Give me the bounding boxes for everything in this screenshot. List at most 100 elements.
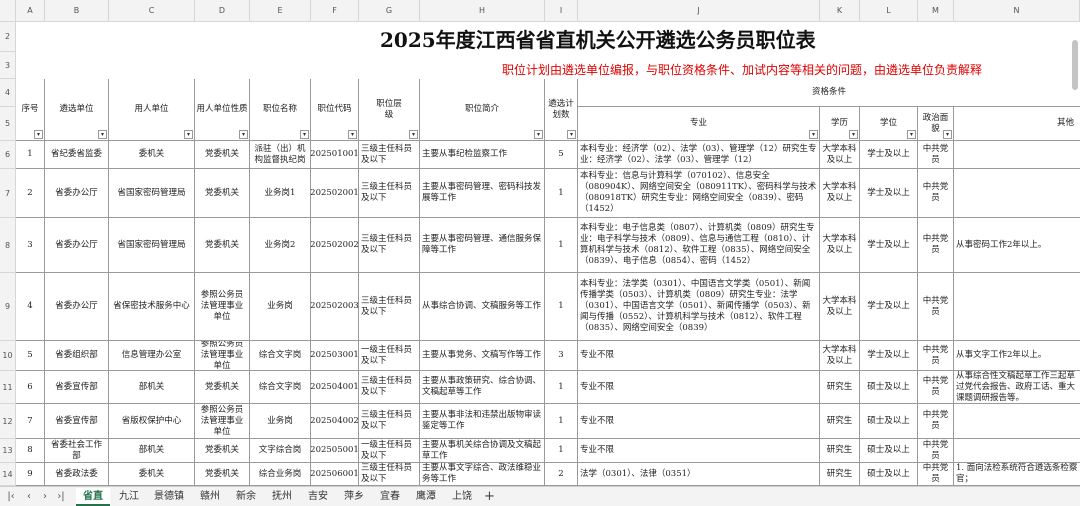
row-header-14[interactable]: 14 <box>0 463 16 486</box>
column-header-a[interactable]: A <box>16 0 45 22</box>
row-header-8[interactable]: 8 <box>0 218 16 273</box>
cell-politics[interactable]: 中共党员 <box>918 218 954 273</box>
sheet-tab-jingdezhen[interactable]: 景德镇 <box>148 488 190 506</box>
cell-major[interactable]: 本科专业：电子信息类（0807）、计算机类（0809）研究生专业：电子科学与技术… <box>578 218 820 273</box>
cell-seq[interactable]: 2 <box>16 169 45 218</box>
cell-seq[interactable]: 8 <box>16 439 45 463</box>
cell-employer[interactable]: 部机关 <box>109 439 195 463</box>
filter-dropdown-icon[interactable]: ▾ <box>849 130 858 139</box>
cell-other[interactable] <box>954 141 1080 169</box>
cell-seq[interactable]: 5 <box>16 341 45 371</box>
cell-position[interactable]: 业务岗1 <box>250 169 311 218</box>
cell-intro[interactable]: 主要从事纪检监察工作 <box>420 141 545 169</box>
filter-dropdown-icon[interactable]: ▾ <box>943 130 952 139</box>
cell-plan[interactable]: 1 <box>545 218 578 273</box>
cell-employer[interactable]: 省国家密码管理局 <box>109 169 195 218</box>
cell-employer[interactable]: 信息管理办公室 <box>109 341 195 371</box>
cell-major[interactable]: 专业不限 <box>578 371 820 404</box>
sheet-tab-xinyu[interactable]: 新余 <box>230 488 262 506</box>
cell-seq[interactable]: 4 <box>16 273 45 341</box>
cell-education[interactable]: 大学本科及以上 <box>820 169 860 218</box>
column-header-i[interactable]: I <box>545 0 578 22</box>
cell-level[interactable]: 三级主任科员及以下 <box>359 218 420 273</box>
cell-seq[interactable]: 3 <box>16 218 45 273</box>
cell-plan[interactable]: 1 <box>545 169 578 218</box>
vertical-scrollbar[interactable] <box>1072 40 1078 90</box>
cell-unit[interactable]: 省委组织部 <box>45 341 109 371</box>
cell-degree[interactable]: 学士及以上 <box>860 218 918 273</box>
cell-nature[interactable]: 党委机关 <box>195 463 250 486</box>
cell-position[interactable]: 业务岗 <box>250 404 311 439</box>
cell-unit[interactable]: 省委办公厅 <box>45 273 109 341</box>
cell-other[interactable] <box>954 273 1080 341</box>
cell-level[interactable]: 三级主任科员及以下 <box>359 463 420 486</box>
cell-other[interactable]: 从事文字工作2年以上。 <box>954 341 1080 371</box>
sheet-tab-ganzhou[interactable]: 赣州 <box>194 488 226 506</box>
cell-other[interactable]: 从事综合性文稿起草工作三起草过党代会报告、政府工话、重大课题调研报告等。 <box>954 371 1080 404</box>
cell-plan[interactable]: 1 <box>545 439 578 463</box>
next-sheet-button[interactable]: › <box>38 487 52 506</box>
row-header-2[interactable]: 2 <box>0 22 16 52</box>
cell-position[interactable]: 综合文字岗 <box>250 371 311 404</box>
sheet-tab-shengzhi[interactable]: 省直 <box>76 488 110 506</box>
sheet-tab-jiujiang[interactable]: 九江 <box>114 488 144 506</box>
sheet-tab-fuzhou[interactable]: 抚州 <box>266 488 298 506</box>
filter-dropdown-icon[interactable]: ▾ <box>98 130 107 139</box>
cell-nature[interactable]: 参照公务员法管理事业单位 <box>195 273 250 341</box>
cell-code[interactable]: 202504001 <box>311 371 359 404</box>
cell-seq[interactable]: 9 <box>16 463 45 486</box>
cell-nature[interactable]: 党委机关 <box>195 439 250 463</box>
sheet-tab-yingtan[interactable]: 鹰潭 <box>410 488 442 506</box>
row-header-13[interactable]: 13 <box>0 439 16 463</box>
cell-nature[interactable]: 参照公务员法管理事业单位 <box>195 404 250 439</box>
cell-intro[interactable]: 主要从事非法和违禁出版物审读鉴定等工作 <box>420 404 545 439</box>
cell-nature[interactable]: 党委机关 <box>195 169 250 218</box>
cell-education[interactable]: 大学本科及以上 <box>820 273 860 341</box>
cell-nature[interactable]: 参照公务员法管理事业单位 <box>195 341 250 371</box>
add-sheet-button[interactable]: + <box>484 487 495 506</box>
cell-education[interactable]: 研究生 <box>820 463 860 486</box>
cell-intro[interactable]: 主要从事文字综合、政法维稳业务等工作 <box>420 463 545 486</box>
cell-position[interactable]: 文字综合岗 <box>250 439 311 463</box>
sheet-tab-pingxiang[interactable]: 萍乡 <box>338 488 370 506</box>
cell-major[interactable]: 专业不限 <box>578 404 820 439</box>
column-header-d[interactable]: D <box>195 0 250 22</box>
row-header-10[interactable]: 10 <box>0 341 16 371</box>
cell-other[interactable]: 1. 面向法检系统符合遴选条检察官； <box>954 463 1080 486</box>
sheet-tab-yichun[interactable]: 宜春 <box>374 488 406 506</box>
cell-degree[interactable]: 学士及以上 <box>860 341 918 371</box>
cell-level[interactable]: 三级主任科员及以下 <box>359 371 420 404</box>
cell-intro[interactable]: 主要从事机关综合协调及文稿起草工作 <box>420 439 545 463</box>
column-header-l[interactable]: L <box>860 0 918 22</box>
column-header-b[interactable]: B <box>45 0 109 22</box>
row-header-11[interactable]: 11 <box>0 371 16 404</box>
cell-level[interactable]: 三级主任科员及以下 <box>359 141 420 169</box>
filter-dropdown-icon[interactable]: ▾ <box>907 130 916 139</box>
cell-other[interactable] <box>954 439 1080 463</box>
cell-intro[interactable]: 主要从事政策研究、综合协调、文稿起草等工作 <box>420 371 545 404</box>
cell-code[interactable]: 202502002 <box>311 218 359 273</box>
cell-plan[interactable]: 5 <box>545 141 578 169</box>
cell-education[interactable]: 研究生 <box>820 371 860 404</box>
cell-politics[interactable]: 中共党员 <box>918 141 954 169</box>
column-header-g[interactable]: G <box>359 0 420 22</box>
cell-degree[interactable]: 硕士及以上 <box>860 371 918 404</box>
filter-dropdown-icon[interactable]: ▾ <box>300 130 309 139</box>
cell-intro[interactable]: 主要从事密码管理、通信服务保障等工作 <box>420 218 545 273</box>
cell-education[interactable]: 大学本科及以上 <box>820 341 860 371</box>
filter-dropdown-icon[interactable]: ▾ <box>239 130 248 139</box>
cell-employer[interactable]: 省保密技术服务中心 <box>109 273 195 341</box>
column-header-f[interactable]: F <box>311 0 359 22</box>
cell-nature[interactable]: 党委机关 <box>195 141 250 169</box>
cell-level[interactable]: 三级主任科员及以下 <box>359 404 420 439</box>
cell-seq[interactable]: 6 <box>16 371 45 404</box>
cell-education[interactable]: 研究生 <box>820 404 860 439</box>
cell-code[interactable]: 202505001 <box>311 439 359 463</box>
cell-politics[interactable]: 中共党员 <box>918 341 954 371</box>
cell-degree[interactable]: 硕士及以上 <box>860 463 918 486</box>
column-header-n[interactable]: N <box>954 0 1080 22</box>
last-sheet-button[interactable]: ›| <box>54 487 68 506</box>
cell-employer[interactable]: 省版权保护中心 <box>109 404 195 439</box>
cell-politics[interactable]: 中共党员 <box>918 439 954 463</box>
cell-plan[interactable]: 1 <box>545 273 578 341</box>
